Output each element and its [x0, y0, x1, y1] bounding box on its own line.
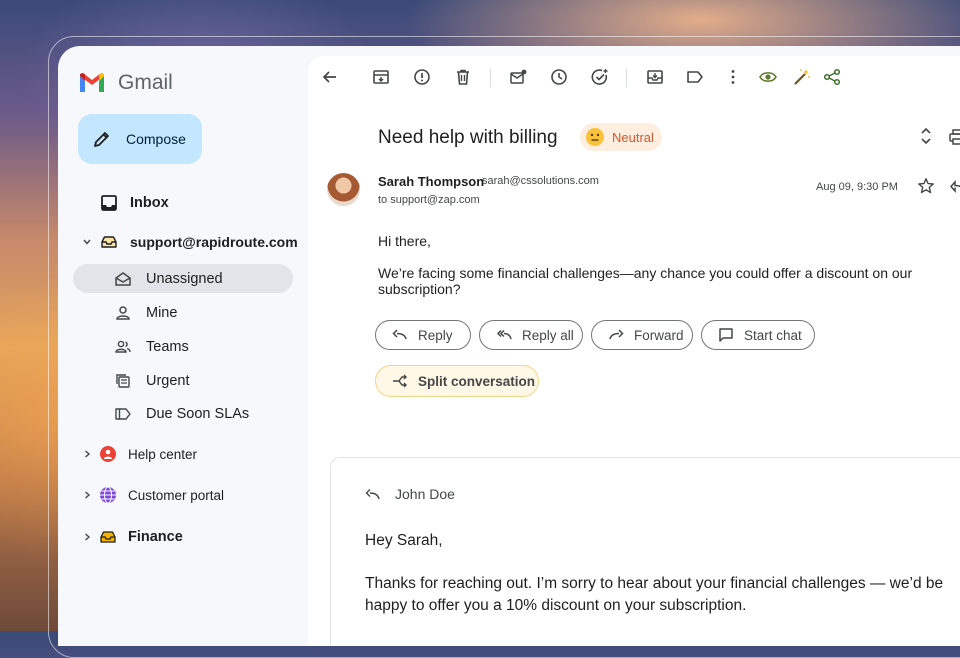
sidebar-item-label: Inbox	[130, 195, 169, 211]
email-subject: Need help with billing	[378, 127, 558, 148]
mark-unread-icon[interactable]	[509, 68, 527, 86]
delete-icon[interactable]	[454, 68, 472, 86]
reply-icon	[365, 489, 380, 500]
reply-icon	[392, 329, 407, 340]
sidebar-item-due-soon-slas[interactable]: Due Soon SLAs	[114, 405, 249, 423]
email-body-line: Hi there,	[378, 233, 431, 249]
sidebar-item-help-center[interactable]: Help center	[99, 445, 197, 463]
chevron-right-icon[interactable]	[82, 449, 92, 459]
sidebar-item-label: Due Soon SLAs	[146, 406, 250, 422]
draft-author: John Doe	[395, 486, 455, 502]
reply-label: Reply	[418, 327, 453, 343]
sidebar-item-label: Mine	[146, 305, 178, 321]
chat-icon	[719, 328, 733, 342]
split-conversation-button[interactable]: Split conversation	[375, 365, 539, 397]
split-conversation-label: Split conversation	[418, 373, 536, 389]
star-icon[interactable]	[917, 177, 935, 195]
label-icon	[115, 408, 131, 420]
pencil-icon	[94, 132, 109, 147]
move-to-icon[interactable]	[646, 68, 664, 86]
inbox-tray-icon	[100, 531, 116, 543]
split-icon	[393, 374, 407, 388]
globe-icon	[100, 486, 116, 504]
reply-all-label: Reply all	[522, 327, 574, 343]
print-icon[interactable]	[948, 128, 960, 146]
report-icon[interactable]	[413, 68, 431, 86]
message-toolbar	[308, 56, 960, 100]
message-pane: Need help with billing Neutral Sarah Tho…	[308, 56, 960, 646]
sidebar-item-urgent[interactable]: Urgent	[114, 372, 190, 390]
sidebar-item-label: Teams	[146, 339, 189, 355]
start-chat-label: Start chat	[744, 327, 802, 343]
sidebar-item-finance[interactable]: Finance	[99, 528, 183, 546]
label-icon[interactable]	[686, 68, 704, 86]
reply-all-icon	[496, 329, 512, 340]
eye-icon[interactable]	[759, 68, 777, 86]
gmail-logo[interactable]: Gmail	[78, 71, 173, 95]
lifebuoy-icon	[100, 446, 116, 462]
draft-body-line[interactable]: Thanks for reaching out. I’m sorry to he…	[365, 573, 943, 595]
add-task-icon[interactable]	[591, 68, 609, 86]
share-icon[interactable]	[823, 68, 841, 86]
compose-label: Compose	[126, 131, 186, 147]
sidebar-item-customer-portal[interactable]: Customer portal	[99, 486, 224, 504]
chevron-right-icon[interactable]	[82, 490, 92, 500]
sender-email: sarah@cssolutions.com	[482, 175, 599, 187]
person-icon	[116, 306, 130, 320]
sidebar-item-label: Urgent	[146, 373, 190, 389]
sentiment-label: Neutral	[612, 129, 654, 145]
inbox-icon	[101, 195, 117, 211]
email-body-line: We’re facing some financial challenges—a…	[378, 265, 913, 281]
sidebar-item-label: Unassigned	[146, 271, 223, 287]
sidebar-item-mine[interactable]: Mine	[114, 304, 177, 322]
reply-all-button[interactable]: Reply all	[479, 320, 583, 350]
sidebar-item-label: Customer portal	[128, 487, 225, 503]
sentiment-badge[interactable]: Neutral	[580, 123, 662, 151]
compose-button[interactable]: Compose	[78, 114, 202, 164]
expand-collapse-icon[interactable]	[919, 127, 933, 145]
forward-button[interactable]: Forward	[591, 320, 693, 350]
stack-icon	[116, 374, 130, 388]
gmail-window: Gmail Compose Inbox support@rapidroute.c…	[58, 46, 960, 646]
email-date: Aug 09, 9:30 PM	[816, 181, 898, 193]
neutral-face-icon	[586, 128, 604, 146]
app-name: Gmail	[118, 71, 173, 94]
envelope-open-icon	[115, 272, 131, 286]
account-label: support@rapidroute.com	[130, 234, 298, 250]
sidebar-item-inbox[interactable]: Inbox	[100, 194, 169, 212]
email-body-line: subscription?	[378, 281, 461, 297]
chevron-right-icon[interactable]	[82, 532, 92, 542]
more-icon[interactable]	[724, 68, 742, 86]
start-chat-button[interactable]: Start chat	[701, 320, 815, 350]
toolbar-divider	[490, 69, 491, 87]
reply-button[interactable]: Reply	[375, 320, 471, 350]
sender-name[interactable]: Sarah Thompson	[378, 174, 484, 189]
sidebar-item-account[interactable]: support@rapidroute.com	[100, 233, 298, 251]
snooze-icon[interactable]	[550, 68, 568, 86]
people-icon	[115, 340, 131, 353]
reply-icon[interactable]	[950, 179, 960, 195]
draft-body-line[interactable]: Hey Sarah,	[365, 530, 443, 552]
forward-icon	[609, 329, 624, 340]
avatar[interactable]	[327, 173, 360, 206]
back-arrow-icon[interactable]	[321, 68, 339, 86]
sidebar-item-unassigned[interactable]: Unassigned	[114, 270, 223, 288]
inbox-tray-icon	[101, 236, 117, 248]
archive-icon[interactable]	[372, 68, 390, 86]
toolbar-divider	[626, 69, 627, 87]
gmail-m-icon	[80, 73, 104, 92]
sidebar-item-label: Finance	[128, 529, 183, 545]
reply-draft-card[interactable]: John Doe Hey Sarah, Thanks for reaching …	[330, 457, 960, 646]
recipient-line[interactable]: to support@zap.com	[378, 194, 480, 206]
magic-wand-icon[interactable]	[793, 68, 811, 86]
chevron-down-icon[interactable]	[82, 237, 92, 247]
sidebar-item-label: Help center	[128, 446, 198, 462]
forward-label: Forward	[634, 327, 684, 343]
sidebar: Gmail Compose Inbox support@rapidroute.c…	[58, 46, 308, 646]
draft-body-line[interactable]: happy to offer you a 10% discount on you…	[365, 595, 746, 617]
sidebar-item-teams[interactable]: Teams	[114, 338, 189, 356]
